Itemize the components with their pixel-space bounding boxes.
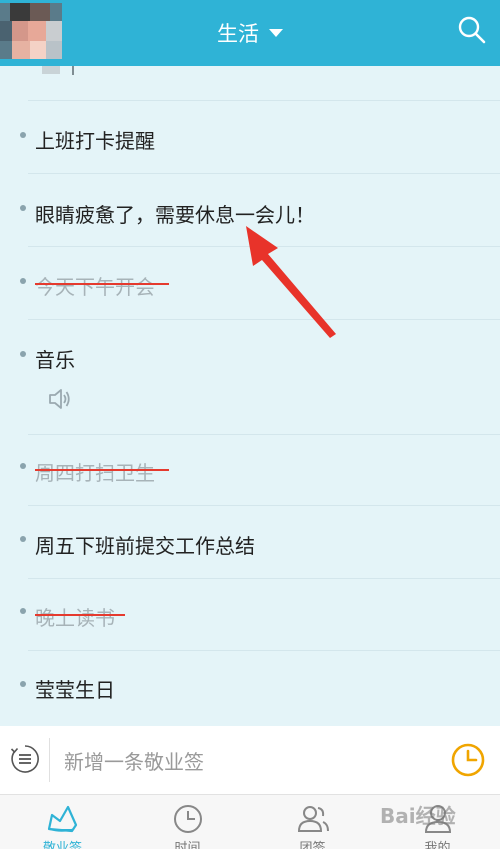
new-note-input[interactable]: 新增一条敬业签 [64,746,204,775]
note-text: 晚上读书 [35,606,115,630]
tab-notes[interactable]: 敬业签 [0,795,125,849]
strikethrough-line [35,614,125,616]
bullet-dot [20,132,26,138]
sort-list-icon[interactable] [9,743,41,775]
bullet-dot [20,278,26,284]
new-note-bar: 新增一条敬业签 [0,726,500,794]
bullet-dot [20,536,26,542]
strikethrough-line [35,283,169,285]
note-text: 今天下午开会 [35,275,155,299]
note-text: 音乐 [35,348,75,372]
category-title[interactable]: 生活 [217,18,283,48]
tab-label: 时间 [174,841,201,849]
reminder-clock-icon[interactable] [450,742,486,778]
speaker-icon[interactable] [46,386,72,412]
partial-attachment-icon [42,66,74,75]
bullet-dot [20,608,26,614]
note-icon [47,805,78,833]
tab-group[interactable]: 团签 [250,795,375,849]
note-list[interactable]: 上班打卡提醒 眼睛疲惫了，需要休息一会儿！ 今天下午开会 音乐 周四打扫卫生 周… [0,66,500,726]
note-text: 上班打卡提醒 [35,129,155,153]
bullet-dot [20,463,26,469]
note-text: 莹莹生日 [35,678,115,702]
divider [49,738,50,782]
watermark: Bai经验 [380,804,456,828]
search-icon[interactable] [456,14,488,46]
avatar[interactable] [0,3,62,59]
group-icon [297,806,329,832]
bullet-dot [20,205,26,211]
tab-time[interactable]: 时间 [125,795,250,849]
header-bar: 生活 [0,0,500,66]
tab-label: 敬业签 [42,841,82,849]
note-text: 周五下班前提交工作总结 [35,534,255,558]
note-text: 周四打扫卫生 [35,461,155,485]
bullet-dot [20,681,26,687]
clock-icon [174,805,202,833]
bullet-dot [20,351,26,357]
tab-label: 我的 [424,841,451,849]
annotation-arrow [246,226,336,338]
strikethrough-line [35,469,169,471]
dropdown-caret-icon [269,29,283,37]
tab-label: 团签 [299,841,326,849]
category-title-label: 生活 [217,22,259,46]
